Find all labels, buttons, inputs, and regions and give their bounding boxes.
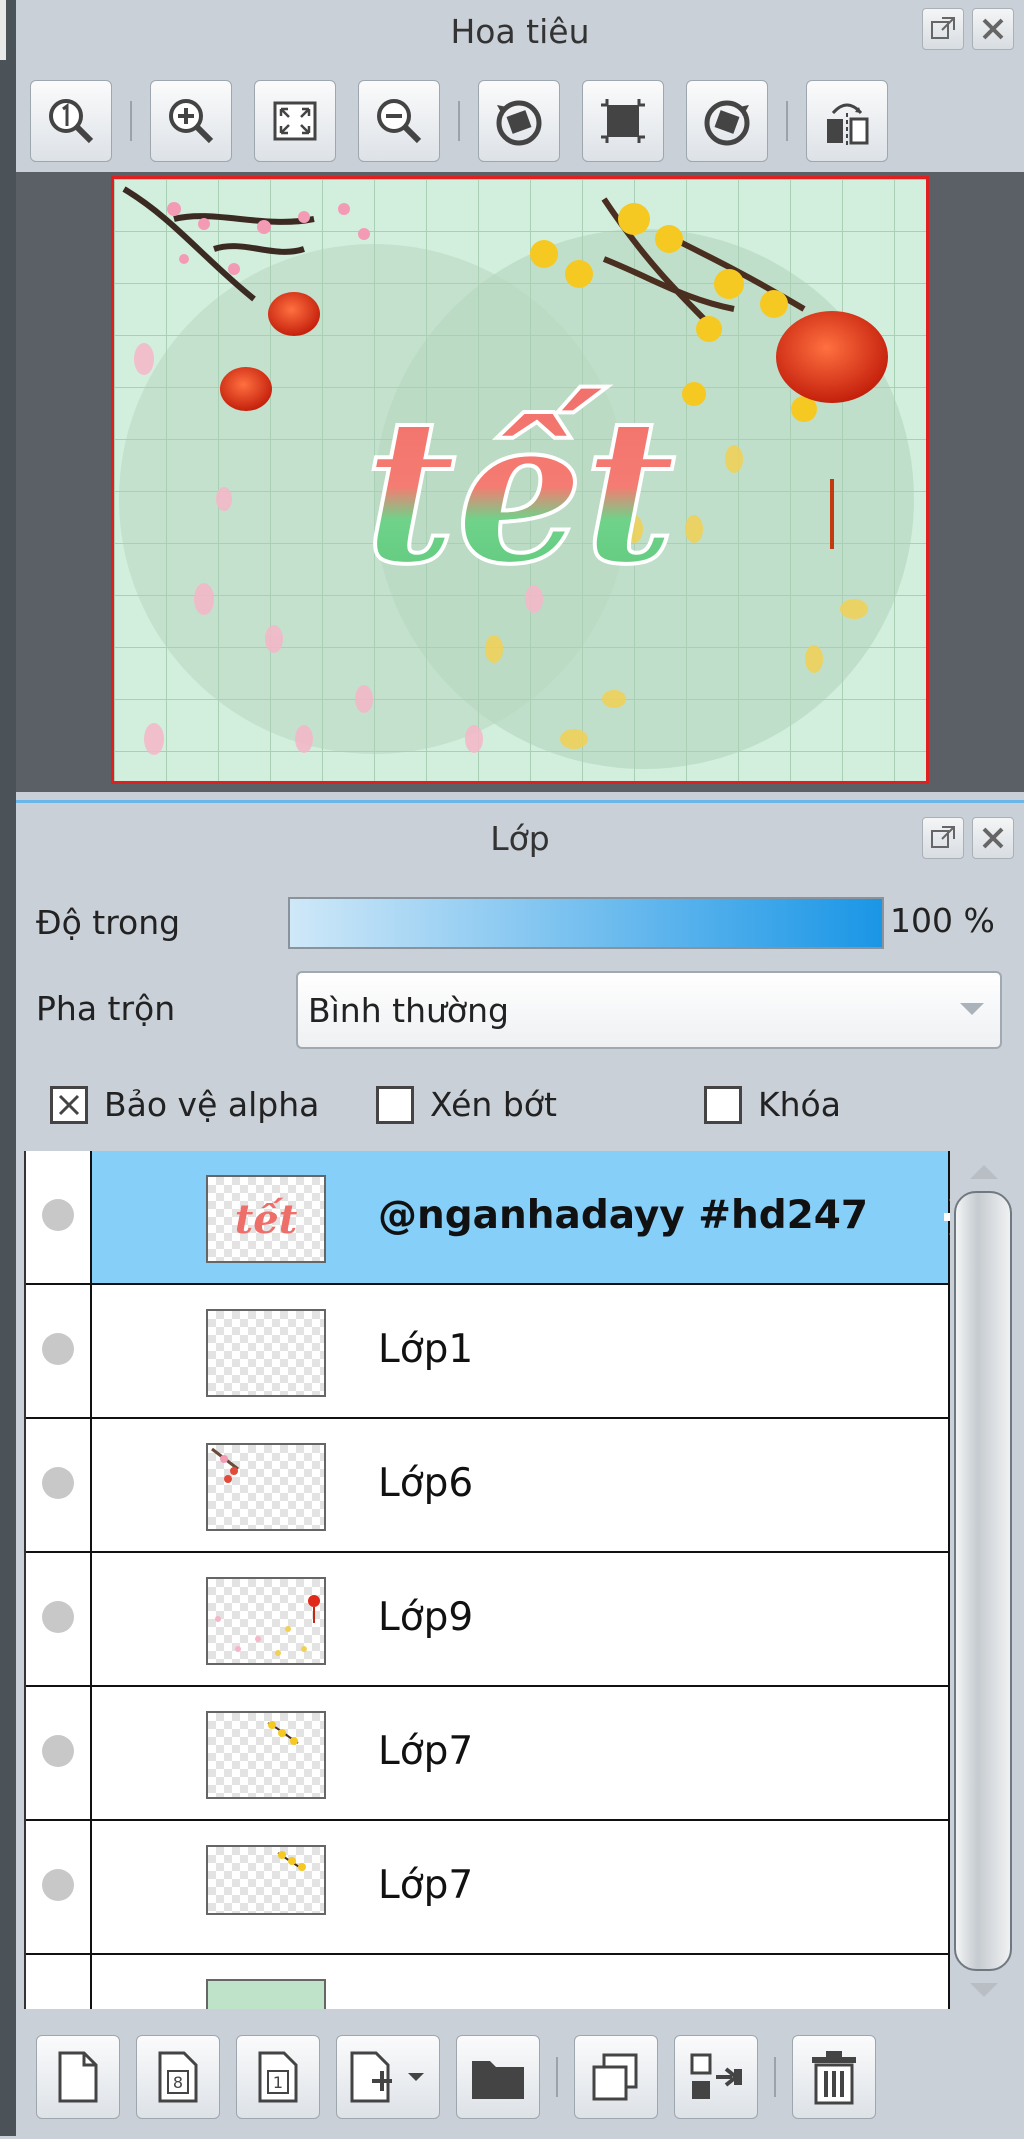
scroll-up-icon[interactable] [970,1165,998,1179]
checkbox-box[interactable] [50,1085,88,1124]
checkbox-box[interactable] [376,1085,414,1124]
layer-thumbnail [206,1979,326,2009]
layer-name: @nganhadayy #hd247 [378,1193,869,1238]
layer-name: Lớp9 [378,1595,474,1640]
protect-alpha-label: Bảo vệ alpha [104,1085,320,1124]
layers-title: Lớp [490,819,550,858]
opacity-slider[interactable] [288,897,884,949]
lock-label: Khóa [758,1085,841,1124]
layer-row-main[interactable]: Lớp6 [90,1419,950,1551]
layer-row-main[interactable]: Lớp1 [90,1285,950,1417]
layers-bottom-toolbar: 8 1 [16,2025,1024,2129]
zoom-out-icon[interactable] [358,80,440,162]
layer-row[interactable]: Lớp7 [26,1821,952,1955]
checkbox-box[interactable] [704,1085,742,1124]
layer-name: Lớp6 [378,1461,474,1506]
layer-thumbnail [206,1845,326,1915]
layer-name: Lớp1 [378,1327,474,1372]
layer-thumbnail [206,1577,326,1665]
layer-row-main[interactable]: Lớp7 [90,1821,950,1953]
toolbar-separator [774,2057,776,2097]
new-layer-icon[interactable] [36,2035,120,2119]
visibility-toggle[interactable] [42,1199,74,1231]
layers-panel: Lớp Độ trong 100 % Pha trộn Bình thường … [16,800,1024,2139]
navigator-panel: Hoa tiêu tết [16,0,1024,800]
opacity-label: Độ trong [36,903,181,942]
merge-down-icon[interactable] [674,2035,758,2119]
folder-icon[interactable] [456,2035,540,2119]
chevron-down-icon [960,1003,984,1015]
layer-row-main[interactable]: Lớp9 [90,1553,950,1685]
popout-icon[interactable] [922,8,964,50]
edge-highlight [0,0,6,60]
new-8bit-layer-icon[interactable]: 8 [136,2035,220,2119]
lock-checkbox[interactable]: Khóa [704,1085,841,1124]
layer-thumbnail [206,1443,326,1531]
delete-layer-icon[interactable] [792,2035,876,2119]
scroll-down-icon[interactable] [970,1983,998,1997]
preview-tet-text: tết [364,374,676,609]
canvas-preview[interactable]: tết [111,176,929,784]
opacity-value: 100 % [890,901,995,940]
blend-mode-value: Bình thường [308,991,509,1030]
layer-row[interactable]: Lớp6 [26,1419,952,1553]
layer-row[interactable]: Lớp7 [26,1687,952,1821]
layer-thumbnail [206,1309,326,1397]
protect-alpha-checkbox[interactable]: Bảo vệ alpha [50,1085,319,1124]
add-layer-dropdown-icon[interactable] [336,2035,440,2119]
layer-list: tết @nganhadayy #hd247 Lớp1 Lớp6 Lớp9 Lớ… [24,1151,952,2009]
layer-row[interactable]: Lớp9 [26,1553,952,1687]
navigator-title: Hoa tiêu [450,12,590,51]
svg-text:8: 8 [173,2073,183,2092]
visibility-toggle[interactable] [42,1869,74,1901]
zoom-in-icon[interactable] [150,80,232,162]
layer-thumbnail [206,1711,326,1799]
rotate-right-icon[interactable] [686,80,768,162]
visibility-toggle[interactable] [42,1601,74,1633]
popout-icon[interactable] [922,817,964,859]
layer-row[interactable]: tết @nganhadayy #hd247 [26,1151,952,1285]
toolbar-separator [556,2057,558,2097]
layer-row[interactable]: Lớp1 [26,1285,952,1419]
blend-mode-label: Pha trộn [36,989,176,1028]
layer-name: Lớp7 [378,1729,474,1774]
navigator-window-buttons [922,8,1014,50]
visibility-toggle[interactable] [42,1467,74,1499]
layer-row[interactable] [26,1955,952,2009]
visibility-toggle[interactable] [42,1735,74,1767]
left-edge [0,0,16,2136]
flip-icon[interactable] [806,80,888,162]
layer-row-main[interactable]: tết @nganhadayy #hd247 [90,1151,952,1283]
fit-screen-icon[interactable] [254,80,336,162]
reset-view-icon[interactable] [582,80,664,162]
clip-checkbox[interactable]: Xén bớt [376,1085,557,1124]
svg-text:1: 1 [273,2073,283,2092]
toolbar-separator [130,101,132,141]
rotate-left-icon[interactable] [478,80,560,162]
new-1bit-layer-icon[interactable]: 1 [236,2035,320,2119]
layer-row-main[interactable] [90,1955,950,2009]
close-icon[interactable] [972,8,1014,50]
layer-row-main[interactable]: Lớp7 [90,1687,950,1819]
clip-label: Xén bớt [430,1085,557,1124]
duplicate-layer-icon[interactable] [574,2035,658,2119]
toolbar-separator [458,101,460,141]
close-icon[interactable] [972,817,1014,859]
blend-mode-select[interactable]: Bình thường [296,971,1002,1049]
scrollbar-thumb[interactable] [954,1191,1012,1971]
layer-name: Lớp7 [378,1863,474,1908]
thumb-text: tết [235,1196,298,1243]
layer-list-scrollbar[interactable] [950,1151,1016,2009]
navigator-toolbar [30,78,888,164]
zoom-100-icon[interactable] [30,80,112,162]
layer-thumbnail: tết [206,1175,326,1263]
layers-window-buttons [922,817,1014,859]
visibility-toggle[interactable] [42,1333,74,1365]
toolbar-separator [786,101,788,141]
